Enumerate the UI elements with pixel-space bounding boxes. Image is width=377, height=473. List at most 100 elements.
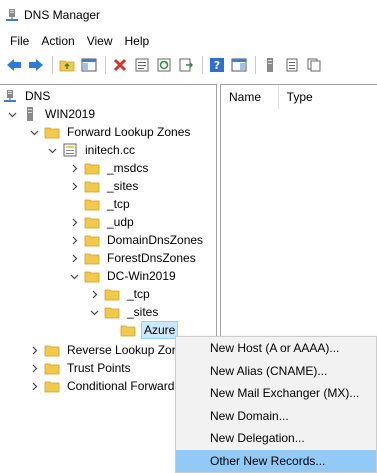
tree-item-sites[interactable]: _sites <box>68 177 140 195</box>
tree-item-forward-lookup-zones[interactable]: Forward Lookup Zones <box>28 123 192 141</box>
export-list-icon[interactable] <box>176 55 196 75</box>
folder-icon <box>84 179 100 193</box>
tree-label: DC-Win2019 <box>107 269 176 283</box>
chevron-down-icon[interactable] <box>46 144 58 156</box>
record-copy-icon[interactable] <box>304 55 324 75</box>
tree-label: _sites <box>107 179 139 193</box>
tree-item-dc-sites[interactable]: _sites <box>88 303 160 321</box>
forward-arrow-icon[interactable] <box>26 55 46 75</box>
refresh-icon[interactable] <box>154 55 174 75</box>
menu-item-new-mail-exchanger[interactable]: New Mail Exchanger (MX)... <box>176 382 376 405</box>
menu-item-new-delegation[interactable]: New Delegation... <box>176 427 376 450</box>
menu-file[interactable]: File <box>4 31 35 51</box>
folder-icon <box>44 361 60 375</box>
tree-item-domaindnszones[interactable]: DomainDnsZones <box>68 231 205 249</box>
chevron-down-icon[interactable] <box>6 108 18 120</box>
svg-text:?: ? <box>214 59 220 72</box>
tree-item-msdcs[interactable]: _msdcs <box>68 159 150 177</box>
tree-label: WIN2019 <box>45 107 96 121</box>
tree-item-reverse-lookup-zones[interactable]: Reverse Lookup Zon <box>28 341 180 359</box>
tree-label: _tcp <box>107 197 130 211</box>
folder-icon <box>84 269 100 283</box>
chevron-down-icon[interactable] <box>28 126 40 138</box>
folder-icon <box>44 125 60 139</box>
menu-item-new-host[interactable]: New Host (A or AAAA)... <box>176 337 376 360</box>
menu-help[interactable]: Help <box>119 31 156 51</box>
show-hide-tree-icon[interactable] <box>79 55 99 75</box>
tree-label: DNS <box>25 89 51 103</box>
folder-icon <box>120 323 136 337</box>
menu-view[interactable]: View <box>81 31 119 51</box>
chevron-right-icon[interactable] <box>68 162 80 174</box>
tree-label: DomainDnsZones <box>107 233 204 247</box>
column-header-name[interactable]: Name <box>221 85 279 109</box>
server-icon <box>22 107 38 121</box>
chevron-right-icon[interactable] <box>68 216 80 228</box>
tree-item-conditional-forwarders[interactable]: Conditional Forward <box>28 377 176 395</box>
chevron-right-icon[interactable] <box>28 380 40 392</box>
tree-label: Trust Points <box>67 361 131 375</box>
back-arrow-icon[interactable] <box>4 55 24 75</box>
tree-item-udp[interactable]: _udp <box>68 213 136 231</box>
chevron-right-icon[interactable] <box>68 252 80 264</box>
menu-bar: File Action View Help <box>0 30 377 52</box>
record-list-icon[interactable] <box>282 55 302 75</box>
tree-item-initech-cc[interactable]: initech.cc <box>46 141 137 159</box>
list-header: Name Type <box>221 85 377 109</box>
tree-item-forestdnszones[interactable]: ForestDnsZones <box>68 249 198 267</box>
tree-item-dc-win2019[interactable]: DC-Win2019 <box>68 267 178 285</box>
toolbar-separator <box>202 56 203 74</box>
folder-icon <box>104 305 120 319</box>
tree-item-dns[interactable]: DNS <box>2 87 52 105</box>
title-bar: DNS Manager <box>0 0 377 30</box>
server-icon[interactable] <box>260 55 280 75</box>
folder-icon <box>84 233 100 247</box>
tree-label: _udp <box>107 215 134 229</box>
console-view-icon[interactable] <box>229 55 249 75</box>
folder-icon <box>84 161 100 175</box>
context-menu: New Host (A or AAAA)... New Alias (CNAME… <box>175 336 377 473</box>
menu-action[interactable]: Action <box>35 31 80 51</box>
folder-icon <box>44 343 60 357</box>
menu-item-new-domain[interactable]: New Domain... <box>176 405 376 428</box>
tree-label: Reverse Lookup Zon <box>67 343 179 357</box>
tree-label: Azure <box>141 321 179 339</box>
zone-icon <box>62 143 78 157</box>
tree-label: Forward Lookup Zones <box>67 125 191 139</box>
chevron-down-icon[interactable] <box>68 270 80 282</box>
tree-label: _sites <box>127 305 159 319</box>
tree-label: _msdcs <box>107 161 149 175</box>
menu-item-new-alias[interactable]: New Alias (CNAME)... <box>176 360 376 383</box>
folder-icon <box>84 251 100 265</box>
folder-icon <box>84 215 100 229</box>
tree-item-trust-points[interactable]: Trust Points <box>28 359 133 377</box>
folder-icon <box>104 287 120 301</box>
toolbar-separator <box>255 56 256 74</box>
dns-icon <box>2 89 18 103</box>
chevron-right-icon[interactable] <box>68 180 80 192</box>
folder-icon <box>44 379 60 393</box>
chevron-right-icon[interactable] <box>88 288 100 300</box>
folder-icon <box>84 197 100 211</box>
tree-label: initech.cc <box>85 143 136 157</box>
tree-item-dc-tcp[interactable]: _tcp <box>88 285 152 303</box>
properties-icon[interactable] <box>132 55 152 75</box>
tree-item-win2019[interactable]: WIN2019 <box>6 105 97 123</box>
tree-label: ForestDnsZones <box>107 251 196 265</box>
chevron-down-icon[interactable] <box>88 306 100 318</box>
toolbar-separator <box>52 56 53 74</box>
tree-item-azure[interactable]: Azure <box>120 321 179 339</box>
tree-item-tcp[interactable]: _tcp <box>84 195 132 213</box>
help-icon[interactable]: ? <box>207 55 227 75</box>
up-folder-icon[interactable] <box>57 55 77 75</box>
tree-label: Conditional Forward <box>67 379 175 393</box>
toolbar-separator <box>105 56 106 74</box>
column-header-type[interactable]: Type <box>279 85 377 109</box>
toolbar: ? <box>0 52 377 78</box>
tree-label: _tcp <box>127 287 150 301</box>
chevron-right-icon[interactable] <box>68 234 80 246</box>
chevron-right-icon[interactable] <box>28 344 40 356</box>
chevron-right-icon[interactable] <box>28 362 40 374</box>
delete-icon[interactable] <box>110 55 130 75</box>
menu-item-other-new-records[interactable]: Other New Records... <box>176 449 376 472</box>
